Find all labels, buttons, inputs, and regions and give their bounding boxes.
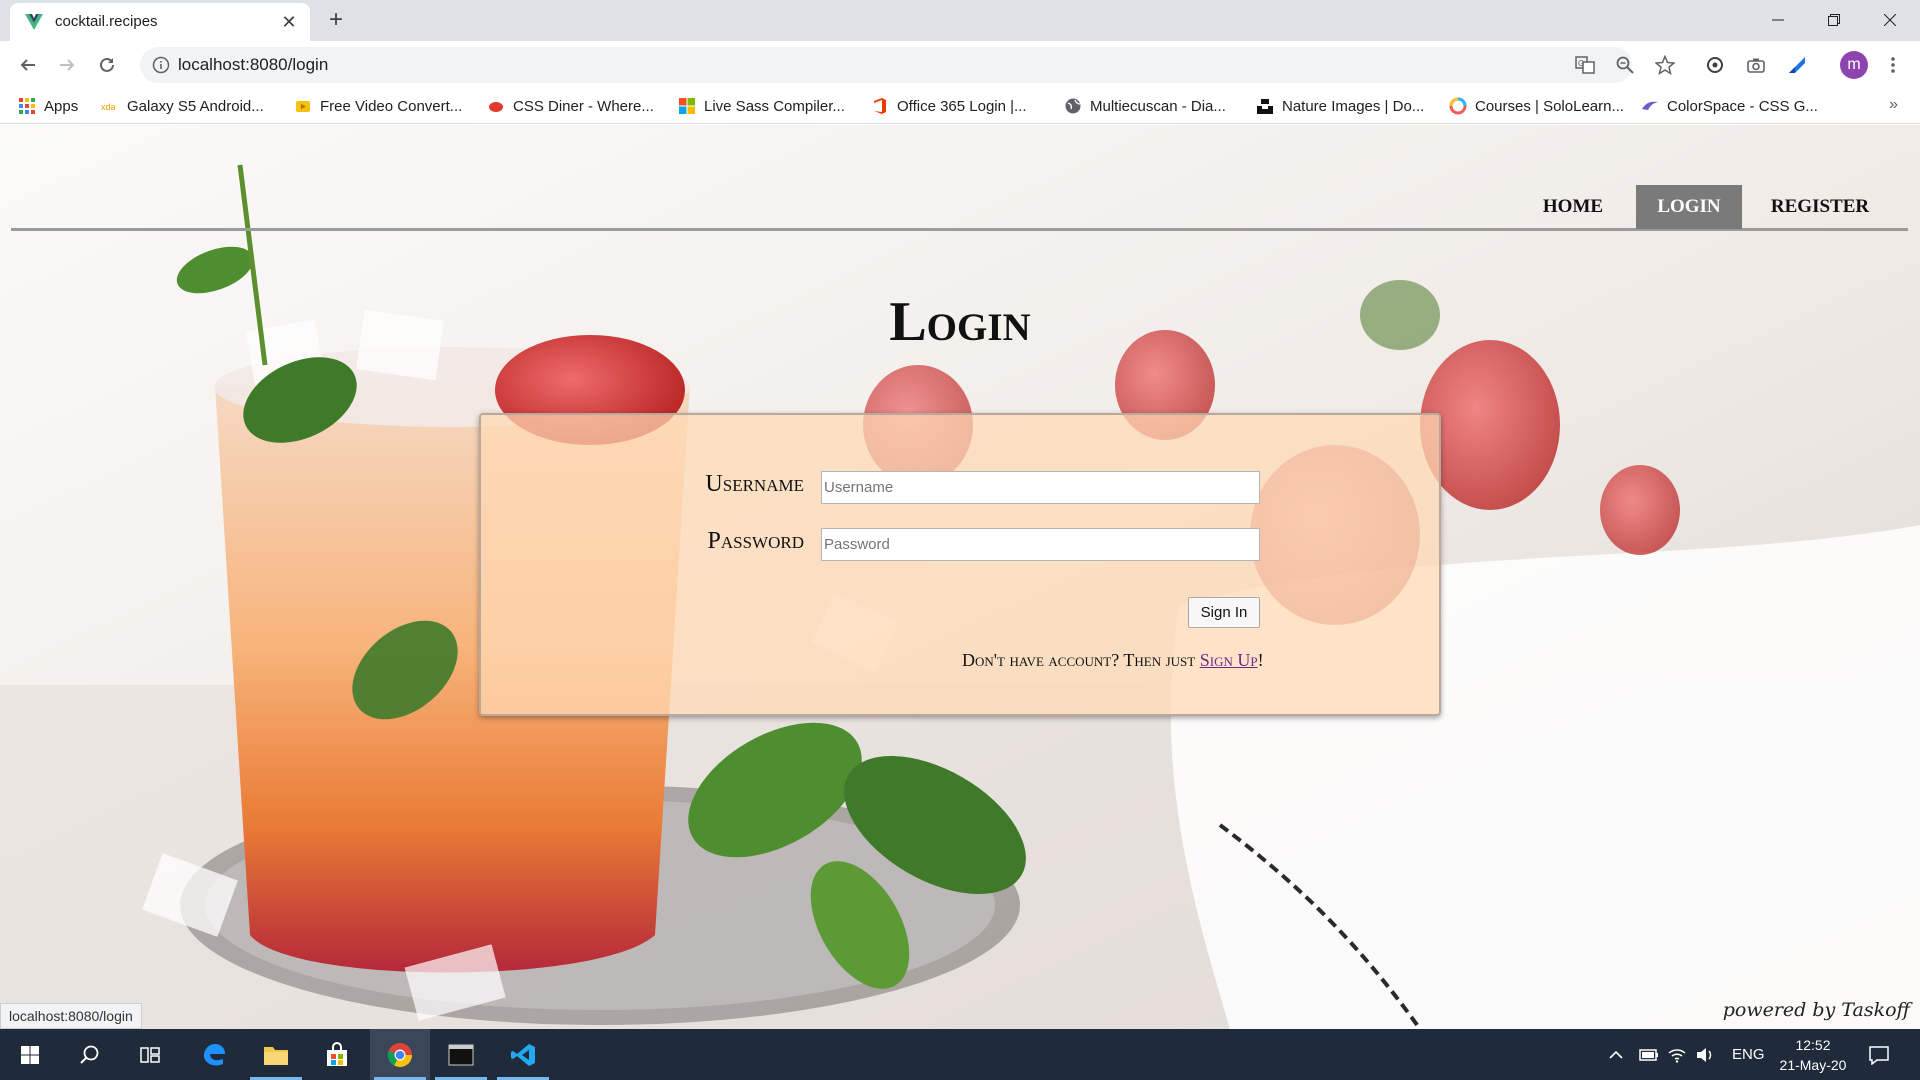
- password-label: Password: [707, 528, 804, 554]
- translate-icon[interactable]: G: [1572, 52, 1598, 78]
- globe-icon: [1065, 98, 1081, 114]
- password-input[interactable]: [821, 528, 1260, 561]
- bookmark-label: Live Sass Compiler...: [704, 97, 845, 115]
- volume-icon[interactable]: [1696, 1029, 1714, 1080]
- tray-overflow-icon[interactable]: [1608, 1029, 1624, 1080]
- site-navbar: HOME LOGIN REGISTER: [11, 125, 1908, 231]
- camera-extension-icon[interactable]: [1743, 52, 1769, 78]
- xda-icon: xda: [101, 102, 116, 112]
- battery-icon[interactable]: [1639, 1029, 1659, 1080]
- notifications-icon[interactable]: [1868, 1029, 1890, 1080]
- svg-text:G: G: [1578, 59, 1584, 68]
- page-title: Login: [889, 291, 1031, 353]
- bookmark-live-sass[interactable]: Live Sass Compiler...: [678, 94, 845, 118]
- nav-home-link[interactable]: HOME: [1518, 185, 1628, 229]
- office-icon: [874, 98, 886, 114]
- bookmarks-bar: Apps xda Galaxy S5 Android... Free Video…: [0, 88, 1920, 124]
- forward-icon[interactable]: [51, 49, 83, 81]
- edge-browser-icon[interactable]: [184, 1029, 244, 1080]
- sync-extension-icon[interactable]: [1702, 52, 1728, 78]
- bookmark-label: ColorSpace - CSS G...: [1667, 97, 1818, 115]
- powered-by-label: powered by Taskoff: [1722, 999, 1910, 1021]
- microsoft-icon: [679, 98, 695, 114]
- css-diner-icon: [489, 102, 503, 112]
- address-bar-url: localhost:8080/login: [178, 55, 329, 74]
- bookmark-colorspace[interactable]: ColorSpace - CSS G...: [1641, 94, 1818, 118]
- site-info-icon[interactable]: [152, 56, 170, 74]
- profile-avatar[interactable]: m: [1840, 51, 1868, 79]
- chrome-menu-icon[interactable]: [1880, 52, 1906, 78]
- signup-prompt-suffix: !: [1257, 650, 1264, 670]
- nav-login-link[interactable]: LOGIN: [1636, 185, 1742, 229]
- chrome-taskbar-icon[interactable]: [370, 1029, 430, 1080]
- windows-start-icon[interactable]: [0, 1029, 60, 1080]
- restore-icon[interactable]: [1806, 0, 1862, 40]
- zoom-icon[interactable]: [1612, 52, 1638, 78]
- windows-taskbar: ENG 12:52 21-May-20: [0, 1029, 1920, 1080]
- bookmark-multiecuscan[interactable]: Multiecuscan - Dia...: [1064, 94, 1226, 118]
- bookmark-label: Multiecuscan - Dia...: [1090, 97, 1226, 115]
- bookmark-label: Apps: [44, 97, 79, 115]
- clock-date: 21-May-20: [1779, 1057, 1847, 1073]
- search-icon[interactable]: [60, 1029, 120, 1080]
- nav-register-link[interactable]: REGISTER: [1750, 185, 1890, 229]
- vue-logo-icon: [25, 14, 43, 30]
- signup-prompt: Don't have account? Then just Sign Up!: [962, 650, 1264, 671]
- bookmark-label: CSS Diner - Where...: [513, 97, 654, 115]
- bookmark-nature-images[interactable]: Nature Images | Do...: [1256, 94, 1424, 118]
- browser-toolbar: localhost:8080/login G m: [0, 41, 1920, 88]
- sign-up-link[interactable]: Sign Up: [1200, 650, 1258, 670]
- signup-prompt-text: Don't have account? Then just: [962, 650, 1200, 670]
- browser-tab[interactable]: cocktail.recipes ✕: [10, 3, 310, 41]
- browser-tabstrip: cocktail.recipes ✕ +: [0, 0, 1920, 41]
- bookmark-label: Free Video Convert...: [320, 97, 463, 115]
- terminal-icon[interactable]: [431, 1029, 491, 1080]
- svg-text:xda: xda: [101, 102, 116, 112]
- wifi-icon[interactable]: [1668, 1029, 1686, 1080]
- bookmark-office-365[interactable]: Office 365 Login |...: [871, 94, 1027, 118]
- clock-time: 12:52: [1795, 1037, 1831, 1053]
- bookmark-sololearn[interactable]: Courses | SoloLearn...: [1449, 94, 1624, 118]
- vscode-icon[interactable]: [493, 1029, 553, 1080]
- username-input[interactable]: [821, 471, 1260, 504]
- bookmark-label: Nature Images | Do...: [1282, 97, 1425, 115]
- system-clock[interactable]: 12:52 21-May-20: [1758, 1035, 1868, 1075]
- back-icon[interactable]: [12, 49, 44, 81]
- color-picker-extension-icon[interactable]: [1784, 52, 1810, 78]
- sololearn-icon: [1449, 97, 1467, 115]
- bookmark-label: Galaxy S5 Android...: [127, 97, 264, 115]
- tab-title: cocktail.recipes: [55, 13, 158, 30]
- address-bar[interactable]: localhost:8080/login: [140, 47, 1632, 83]
- bookmarks-overflow-icon[interactable]: »: [1889, 96, 1898, 114]
- file-explorer-icon[interactable]: [246, 1029, 306, 1080]
- tab-close-icon[interactable]: ✕: [278, 11, 300, 33]
- bookmark-label: Office 365 Login |...: [897, 97, 1027, 115]
- login-form: Username Password Sign In Don't have acc…: [479, 413, 1441, 716]
- colorspace-icon: [1642, 101, 1658, 110]
- microsoft-store-icon[interactable]: [307, 1029, 367, 1080]
- sign-in-button[interactable]: Sign In: [1188, 597, 1260, 628]
- status-bar-url: localhost:8080/login: [0, 1003, 142, 1029]
- bookmark-star-icon[interactable]: [1652, 52, 1678, 78]
- bookmark-css-diner[interactable]: CSS Diner - Where...: [487, 94, 654, 118]
- task-view-icon[interactable]: [120, 1029, 180, 1080]
- video-converter-icon: [296, 101, 310, 112]
- bookmark-apps[interactable]: Apps: [18, 94, 78, 118]
- bookmark-galaxy-s5[interactable]: xda Galaxy S5 Android...: [101, 94, 264, 118]
- apps-grid-icon: [19, 98, 35, 114]
- reload-icon[interactable]: [91, 49, 123, 81]
- page-viewport: HOME LOGIN REGISTER Login Username Passw…: [0, 125, 1920, 1029]
- close-window-icon[interactable]: [1862, 0, 1918, 40]
- bookmark-label: Courses | SoloLearn...: [1475, 97, 1624, 115]
- bookmark-free-video-converter[interactable]: Free Video Convert...: [294, 94, 462, 118]
- unsplash-icon: [1257, 99, 1273, 114]
- minimize-icon[interactable]: [1750, 0, 1806, 40]
- new-tab-icon[interactable]: +: [322, 6, 350, 34]
- username-label: Username: [705, 471, 804, 497]
